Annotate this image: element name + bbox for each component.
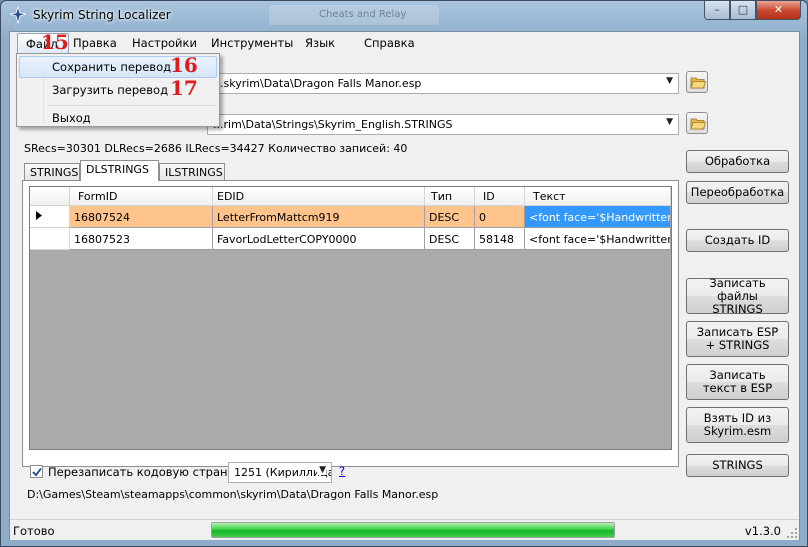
status-text: Готово xyxy=(13,524,55,538)
title-bar[interactable]: Skyrim String Localizer Cheats and Relay… xyxy=(1,1,807,31)
progress-bar xyxy=(211,522,615,538)
skyrim-dragon-icon xyxy=(9,5,27,25)
overwrite-codepage-checkbox[interactable] xyxy=(30,465,43,478)
codepage-select[interactable]: 1251 (Кириллица ▼ xyxy=(228,462,332,483)
column-header-text[interactable]: Текст xyxy=(525,187,671,206)
row-selector[interactable] xyxy=(30,206,70,228)
status-bar: Готово v1.3.0 xyxy=(10,519,799,540)
tab-panel: FormID EDID Тип ID Текст 16807524 Letter… xyxy=(22,180,679,467)
maximize-button[interactable]: □ xyxy=(730,1,756,20)
table-row[interactable]: 16807523 FavorLodLetterCOPY0000 DESC 581… xyxy=(30,228,671,250)
tab-dlstrings[interactable]: DLSTRINGS xyxy=(80,160,159,181)
record-stats: SRecs=30301 DLRecs=2686 ILRecs=34427 Кол… xyxy=(24,142,408,155)
annotation-17: 17 xyxy=(170,76,198,100)
menu-save-label: Сохранить перевод xyxy=(52,60,172,74)
menu-exit[interactable]: Выход xyxy=(19,107,217,129)
esp-file-combo[interactable]: ...skyrim\Data\Dragon Falls Manor.esp ▼ xyxy=(207,73,679,94)
chevron-down-icon: ▼ xyxy=(317,465,326,475)
chevron-down-icon: ▼ xyxy=(666,76,673,86)
menu-settings[interactable]: Настройки xyxy=(132,36,197,50)
row-header-corner xyxy=(30,187,70,206)
strings-table[interactable]: FormID EDID Тип ID Текст 16807524 Letter… xyxy=(29,186,672,450)
cell-formid[interactable]: 16807524 xyxy=(70,206,213,228)
overwrite-codepage-label: Перезаписать кодовую страницу: xyxy=(48,465,254,479)
menu-separator xyxy=(49,105,217,106)
window-title: Skyrim String Localizer xyxy=(33,8,171,22)
write-esp-strings-button[interactable]: Записать ESP + STRINGS xyxy=(686,321,789,357)
version-label: v1.3.0 xyxy=(744,524,781,538)
checkmark-icon xyxy=(32,467,42,477)
esp-file-value: ...skyrim\Data\Dragon Falls Manor.esp xyxy=(213,77,422,90)
write-strings-button[interactable]: Записать файлы STRINGS xyxy=(686,276,789,315)
reprocess-button[interactable]: Переобработка xyxy=(686,181,789,204)
background-window-title: Cheats and Relay xyxy=(269,5,439,25)
menu-language[interactable]: Язык xyxy=(305,36,335,50)
main-panel: Файл Правка Настройки Инструменты Язык С… xyxy=(9,30,800,540)
menu-bar: Файл Правка Настройки Инструменты Язык С… xyxy=(10,32,799,54)
menu-load-label: Загрузить перевод xyxy=(52,83,169,97)
column-header-type[interactable]: Тип xyxy=(425,187,475,206)
folder-open-icon xyxy=(690,118,706,130)
cell-formid[interactable]: 16807523 xyxy=(70,228,213,250)
browse-esp-button[interactable] xyxy=(686,71,708,93)
column-header-formid[interactable]: FormID xyxy=(70,187,213,206)
table-row[interactable]: 16807524 LetterFromMattcm919 DESC 0 <fon… xyxy=(30,206,671,228)
annotation-15: 15 xyxy=(41,30,69,54)
app-window: Skyrim String Localizer Cheats and Relay… xyxy=(0,0,808,547)
take-id-button[interactable]: Взять ID из Skyrim.esm xyxy=(686,407,789,443)
write-text-esp-button[interactable]: Записать текст в ESP xyxy=(686,364,789,400)
browse-strings-button[interactable] xyxy=(686,112,708,134)
current-row-arrow-icon xyxy=(36,211,42,220)
cell-text[interactable]: <font face='$HandwrittenF... xyxy=(525,206,671,228)
cell-edid[interactable]: FavorLodLetterCOPY0000 xyxy=(213,228,425,250)
menu-tools[interactable]: Инструменты xyxy=(211,36,293,50)
cell-type[interactable]: DESC xyxy=(425,228,475,250)
codepage-help-link[interactable]: ? xyxy=(339,464,345,478)
chevron-down-icon: ▼ xyxy=(666,117,673,127)
cell-id[interactable]: 58148 xyxy=(475,228,525,250)
strings-file-combo[interactable]: ...rim\Data\Strings\Skyrim_English.STRIN… xyxy=(207,114,679,135)
resize-grip-icon[interactable] xyxy=(787,528,797,538)
strings-button[interactable]: STRINGS xyxy=(686,454,789,477)
row-selector[interactable] xyxy=(30,228,70,250)
close-button[interactable]: ✕ xyxy=(756,1,801,20)
current-file-path: D:\Games\Steam\steamapps\common\skyrim\D… xyxy=(27,488,439,501)
strings-file-value: ...rim\Data\Strings\Skyrim_English.STRIN… xyxy=(213,118,453,131)
cell-type[interactable]: DESC xyxy=(425,206,475,228)
progress-fill xyxy=(212,523,614,537)
create-id-button[interactable]: Создать ID xyxy=(686,229,789,252)
process-button[interactable]: Обработка xyxy=(686,150,789,173)
folder-open-icon xyxy=(690,77,706,89)
column-header-id[interactable]: ID xyxy=(475,187,525,206)
menu-edit[interactable]: Правка xyxy=(73,36,117,50)
menu-help[interactable]: Справка xyxy=(364,36,415,50)
annotation-16: 16 xyxy=(170,53,198,77)
menu-exit-label: Выход xyxy=(52,111,91,125)
minimize-button[interactable]: – xyxy=(704,1,730,20)
cell-id[interactable]: 0 xyxy=(475,206,525,228)
cell-edid[interactable]: LetterFromMattcm919 xyxy=(213,206,425,228)
column-header-edid[interactable]: EDID xyxy=(213,187,425,206)
cell-text[interactable]: <font face='$HandwrittenF... xyxy=(525,228,671,250)
